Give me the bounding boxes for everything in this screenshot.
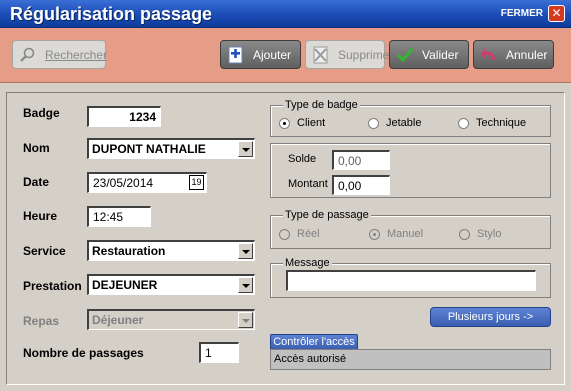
radio-stylo[interactable]: Stylo bbox=[459, 228, 501, 240]
prestation-value: DEJEUNER bbox=[92, 278, 158, 292]
chevron-down-icon[interactable] bbox=[238, 312, 253, 328]
chevron-down-icon[interactable] bbox=[238, 141, 253, 157]
nom-value: DUPONT NATHALIE bbox=[92, 142, 206, 156]
chevron-down-icon[interactable] bbox=[238, 243, 253, 259]
add-document-icon bbox=[227, 46, 245, 64]
radio-stylo-label: Stylo bbox=[477, 228, 502, 240]
checkmark-icon bbox=[396, 46, 414, 64]
radio-manuel-label: Manuel bbox=[387, 228, 424, 240]
service-label: Service bbox=[23, 244, 66, 258]
radio-client[interactable]: Client bbox=[279, 117, 325, 129]
supprimer-button[interactable]: Supprimer bbox=[305, 40, 393, 69]
service-value: Restauration bbox=[92, 244, 166, 258]
date-label: Date bbox=[23, 175, 50, 189]
heure-label: Heure bbox=[23, 209, 58, 223]
annuler-label: Annuler bbox=[506, 47, 548, 62]
radio-manuel[interactable]: Manuel bbox=[369, 228, 423, 240]
radio-dot-icon[interactable] bbox=[459, 228, 470, 240]
solde-label: Solde bbox=[288, 153, 317, 165]
radio-jetable-label: Jetable bbox=[386, 117, 422, 129]
nb-passages-input[interactable]: 1 bbox=[199, 342, 239, 363]
heure-input[interactable]: 12:45 bbox=[87, 206, 151, 227]
ajouter-label: Ajouter bbox=[253, 47, 292, 62]
message-input[interactable] bbox=[286, 270, 536, 291]
calendar-icon[interactable]: 19 bbox=[189, 175, 204, 190]
nom-select[interactable]: DUPONT NATHALIE bbox=[87, 138, 255, 159]
nb-passages-label: Nombre de passages bbox=[23, 346, 144, 360]
close-icon[interactable]: ✕ bbox=[548, 5, 565, 22]
radio-client-label: Client bbox=[297, 117, 326, 129]
search-icon bbox=[19, 46, 37, 64]
badge-label: Badge bbox=[23, 106, 60, 120]
service-select[interactable]: Restauration bbox=[87, 240, 255, 261]
radio-dot-icon[interactable] bbox=[458, 117, 469, 129]
rechercher-label: Rechercher bbox=[45, 47, 108, 62]
radio-dot-icon[interactable] bbox=[279, 117, 290, 129]
controler-acces-button[interactable]: Contrôler l'accès bbox=[270, 334, 358, 350]
rechercher-button[interactable]: Rechercher bbox=[12, 40, 108, 69]
title-bar: Régularisation passage FERMER ✕ bbox=[0, 0, 571, 28]
chevron-down-icon[interactable] bbox=[238, 277, 253, 293]
type-badge-title: Type de badge bbox=[283, 99, 360, 111]
message-title: Message bbox=[283, 257, 332, 269]
badge-input[interactable]: 1234 bbox=[87, 106, 161, 127]
radio-jetable[interactable]: Jetable bbox=[368, 117, 421, 129]
window-title: Régularisation passage bbox=[10, 4, 213, 24]
type-passage-title: Type de passage bbox=[283, 209, 371, 221]
radio-reel-label: Réel bbox=[297, 228, 320, 240]
delete-document-icon bbox=[312, 46, 330, 64]
undo-arrow-icon bbox=[480, 46, 498, 64]
date-input[interactable]: 23/05/2014 19 bbox=[87, 172, 207, 193]
valider-button[interactable]: Valider bbox=[389, 40, 469, 69]
radio-dot-icon[interactable] bbox=[279, 228, 290, 240]
repas-select[interactable]: Déjeuner bbox=[87, 309, 255, 330]
date-value: 23/05/2014 bbox=[93, 176, 154, 190]
radio-technique[interactable]: Technique bbox=[458, 117, 526, 129]
prestation-label: Prestation bbox=[23, 279, 82, 293]
radio-technique-label: Technique bbox=[476, 117, 527, 129]
prestation-select[interactable]: DEJEUNER bbox=[87, 274, 255, 295]
montant-label: Montant bbox=[288, 178, 328, 190]
plusieurs-jours-button[interactable]: Plusieurs jours -> bbox=[430, 307, 551, 327]
radio-reel[interactable]: Réel bbox=[279, 228, 320, 240]
solde-input[interactable]: 0,00 bbox=[332, 150, 390, 170]
nom-label: Nom bbox=[23, 141, 50, 155]
annuler-button[interactable]: Annuler bbox=[473, 40, 554, 69]
supprimer-label: Supprimer bbox=[338, 47, 394, 62]
montant-input[interactable]: 0,00 bbox=[332, 175, 390, 195]
close-area[interactable]: FERMER ✕ bbox=[501, 5, 565, 22]
repas-value: Déjeuner bbox=[92, 313, 144, 327]
repas-label: Repas bbox=[23, 314, 60, 328]
toolbar: Rechercher Ajouter Supprimer Valider Ann… bbox=[0, 28, 571, 83]
acces-status: Accès autorisé bbox=[270, 349, 551, 370]
close-label[interactable]: FERMER bbox=[501, 8, 543, 19]
radio-dot-icon[interactable] bbox=[369, 228, 380, 240]
radio-dot-icon[interactable] bbox=[368, 117, 379, 129]
valider-label: Valider bbox=[422, 47, 459, 62]
ajouter-button[interactable]: Ajouter bbox=[220, 40, 301, 69]
